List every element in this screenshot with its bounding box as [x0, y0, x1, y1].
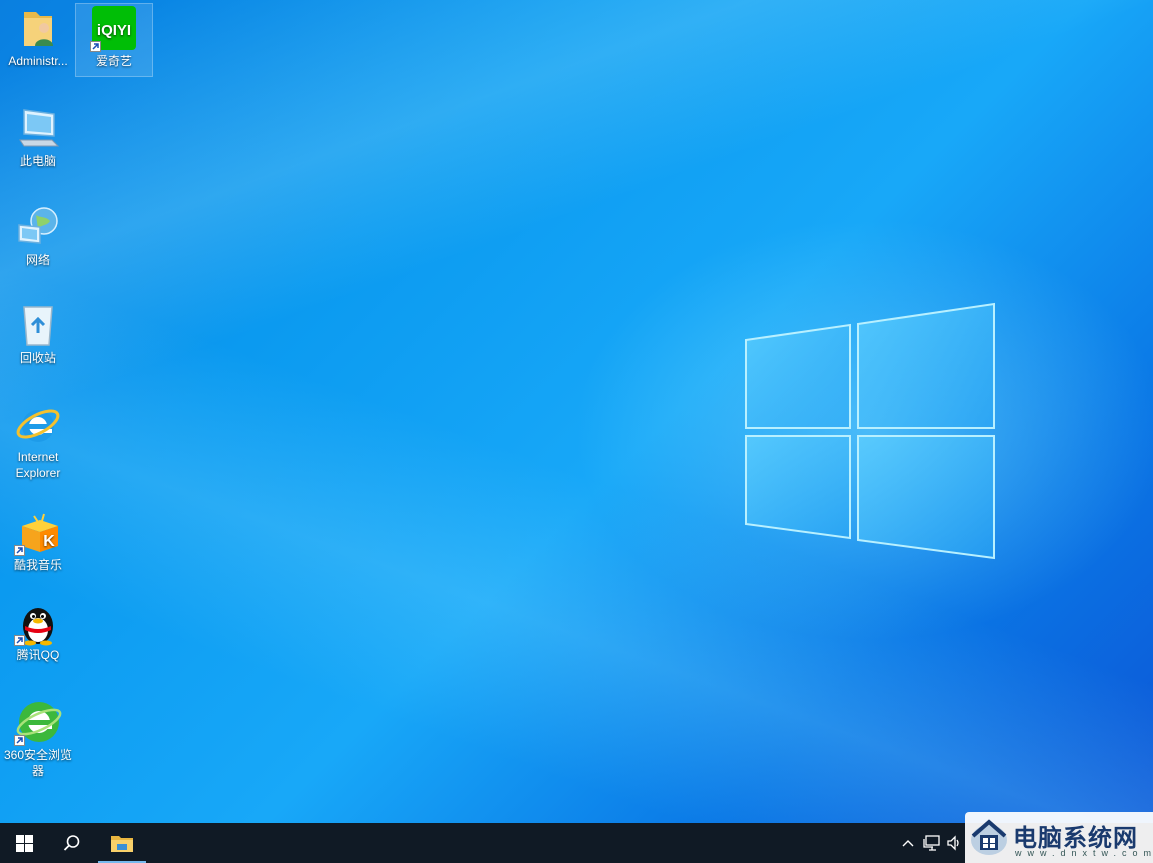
start-button[interactable] — [0, 823, 48, 863]
icon-label: 腾讯QQ — [16, 648, 60, 662]
icon-label-line1: 360安全浏览 — [3, 748, 73, 762]
search-button[interactable] — [48, 823, 96, 863]
icon-label: 酷我音乐 — [13, 558, 62, 572]
desktop-icon-tencent-qq[interactable]: 腾讯QQ — [0, 598, 76, 663]
icon-label-line2: Explorer — [15, 466, 61, 480]
chevron-up-icon — [902, 840, 914, 847]
network-globe-icon — [14, 203, 62, 251]
site-watermark: 电脑系统网 www.dnxtw.com — [965, 812, 1153, 863]
svg-text:K: K — [43, 533, 55, 550]
qq-penguin-icon — [14, 598, 62, 646]
shortcut-arrow-icon — [90, 41, 101, 52]
internet-explorer-icon — [14, 400, 62, 448]
icon-label: 回收站 — [19, 351, 56, 365]
iqiyi-icon: iQIYI — [90, 4, 138, 52]
icon-label: 此电脑 — [19, 154, 56, 168]
watermark-url: www.dnxtw.com — [1015, 848, 1153, 858]
desktop-icon-iqiyi[interactable]: iQIYI 爱奇艺 — [75, 3, 153, 77]
shortcut-arrow-icon — [14, 635, 25, 646]
user-folder-icon — [14, 4, 62, 52]
recycle-bin-icon — [14, 301, 62, 349]
shortcut-arrow-icon — [14, 735, 25, 746]
windows-logo-wallpaper — [745, 302, 995, 560]
icon-label: 网络 — [25, 253, 50, 267]
kuwo-music-icon: K — [14, 508, 62, 556]
taskbar-file-explorer[interactable] — [98, 823, 146, 863]
icon-label-line2: 器 — [31, 764, 44, 778]
desktop-icon-360-browser[interactable]: 360安全浏览 器 — [0, 698, 76, 779]
desktop-icon-kuwo-music[interactable]: K 酷我音乐 — [0, 508, 76, 573]
icon-label: 爱奇艺 — [95, 54, 132, 68]
search-icon — [63, 835, 80, 851]
file-explorer-icon — [111, 836, 133, 852]
360-browser-icon — [14, 698, 62, 746]
desktop-background: Administr... iQIYI 爱奇艺 此电脑 网络 回收站 Intern… — [0, 0, 1153, 823]
show-hidden-icons-button[interactable] — [898, 823, 918, 863]
desktop-icon-administrator[interactable]: Administr... — [0, 4, 76, 69]
network-tray-button[interactable] — [920, 823, 944, 863]
svg-text:iQIYI: iQIYI — [97, 22, 131, 39]
icon-label-line1: Internet — [17, 450, 59, 464]
desktop-icon-this-pc[interactable]: 此电脑 — [0, 104, 76, 169]
volume-tray-button[interactable] — [944, 823, 964, 863]
house-logo-icon — [971, 819, 1007, 855]
network-icon — [923, 835, 940, 851]
icon-label: Administr... — [8, 54, 68, 68]
computer-icon — [14, 104, 62, 152]
shortcut-arrow-icon — [14, 545, 25, 556]
desktop-icon-recycle-bin[interactable]: 回收站 — [0, 301, 76, 366]
volume-icon — [947, 835, 959, 851]
desktop-icon-network[interactable]: 网络 — [0, 203, 76, 268]
windows-start-icon — [15, 834, 33, 852]
desktop-icon-internet-explorer[interactable]: Internet Explorer — [0, 400, 76, 481]
